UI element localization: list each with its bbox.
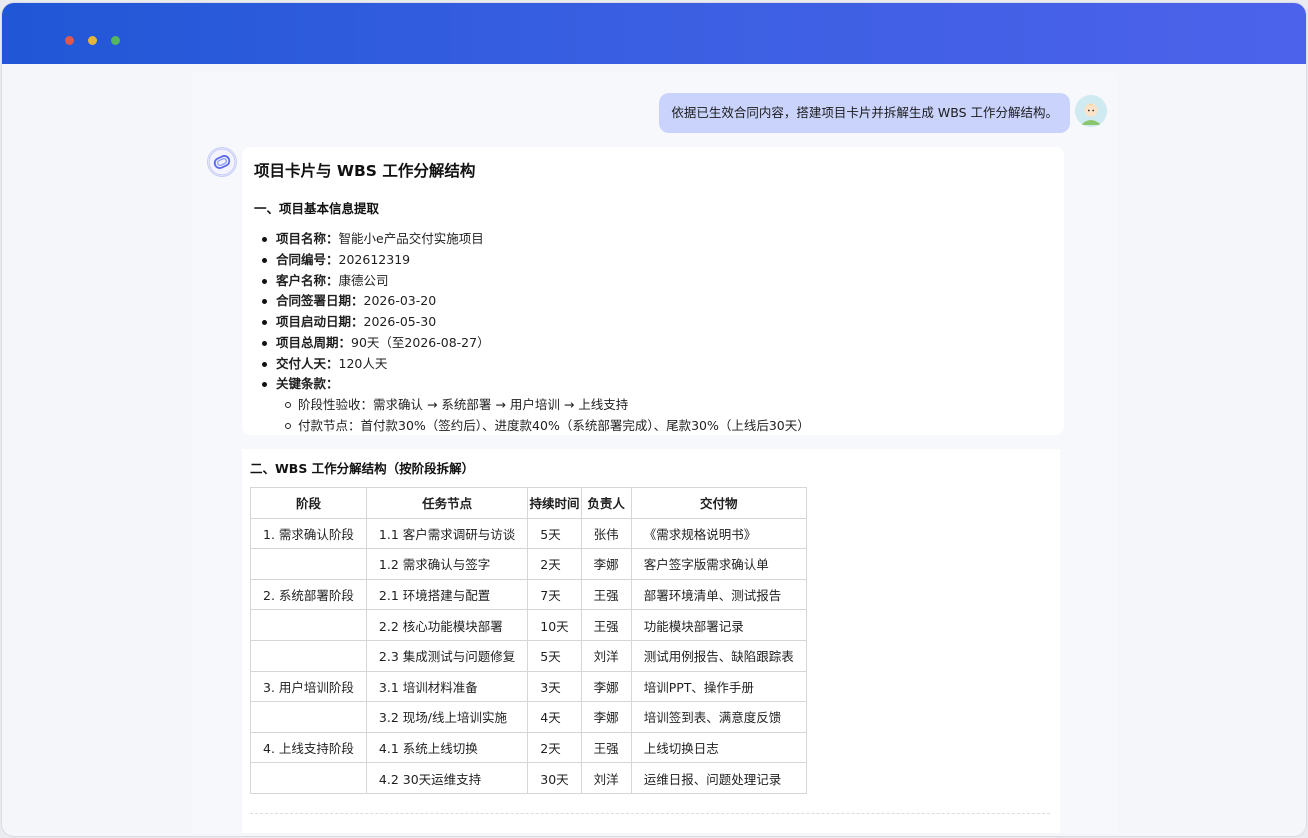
info-item-client: 客户名称：康德公司 <box>254 271 490 292</box>
cell-deliverable: 运维日报、问题处理记录 <box>630 762 807 794</box>
cell-task: 2.1 环境搭建与配置 <box>365 578 529 611</box>
cell-owner: 张伟 <box>580 517 632 550</box>
column-header-deliverable: 交付物 <box>630 487 807 519</box>
info-item-project-name: 项目名称：智能小e产品交付实施项目 <box>254 229 490 250</box>
project-info-list: 项目名称：智能小e产品交付实施项目 合同编号：202612319 客户名称：康德… <box>254 229 490 395</box>
column-header-owner: 负责人 <box>580 487 632 519</box>
section-wbs-heading: 二、WBS 工作分解结构（按阶段拆解） <box>250 461 475 476</box>
cell-phase <box>250 639 367 672</box>
close-window-button[interactable] <box>65 36 74 45</box>
table-row: 2.2 核心功能模块部署 10天 王强 功能模块部署记录 <box>250 609 807 641</box>
cell-phase: 2. 系统部署阶段 <box>250 578 367 611</box>
table-header-row: 阶段 任务节点 持续时间 负责人 交付物 <box>250 487 807 519</box>
cell-owner: 王强 <box>580 578 632 611</box>
assistant-logo-icon <box>208 148 236 176</box>
cell-phase <box>250 609 367 641</box>
table-row: 3. 用户培训阶段 3.1 培训材料准备 3天 李娜 培训PPT、操作手册 <box>250 670 807 703</box>
key-term-payment: 付款节点：首付款30%（签约后）、进度款40%（系统部署完成）、尾款30%（上线… <box>254 416 810 437</box>
cell-task: 4.1 系统上线切换 <box>365 731 529 764</box>
table-row: 3.2 现场/线上培训实施 4天 李娜 培训签到表、满意度反馈 <box>250 701 807 733</box>
table-row: 4. 上线支持阶段 4.1 系统上线切换 2天 王强 上线切换日志 <box>250 731 807 764</box>
section-divider <box>250 813 1050 814</box>
info-item-person-days: 交付人天：120人天 <box>254 354 490 375</box>
cell-task: 3.2 现场/线上培训实施 <box>365 701 529 733</box>
cell-deliverable: 客户签字版需求确认单 <box>630 548 807 580</box>
column-header-task: 任务节点 <box>365 487 529 519</box>
cell-deliverable: 测试用例报告、缺陷跟踪表 <box>630 639 807 672</box>
cell-task: 2.3 集成测试与问题修复 <box>365 639 529 672</box>
user-avatar-icon <box>1075 95 1107 127</box>
cell-deliverable: 培训签到表、满意度反馈 <box>630 701 807 733</box>
cell-owner: 刘洋 <box>580 762 632 794</box>
cell-deliverable: 上线切换日志 <box>630 731 807 764</box>
cell-phase <box>250 548 367 580</box>
wbs-table: 阶段 任务节点 持续时间 负责人 交付物 1. 需求确认阶段 1.1 客户需求调研… <box>250 487 807 794</box>
cell-task: 1.2 需求确认与签字 <box>365 548 529 580</box>
info-item-sign-date: 合同签署日期：2026-03-20 <box>254 291 490 312</box>
section-basic-info-heading: 一、项目基本信息提取 <box>254 201 380 216</box>
cell-owner: 李娜 <box>580 548 632 580</box>
cell-duration: 2天 <box>527 548 582 580</box>
assistant-avatar <box>208 148 236 176</box>
cell-deliverable: 功能模块部署记录 <box>630 609 807 641</box>
table-row: 2. 系统部署阶段 2.1 环境搭建与配置 7天 王强 部署环境清单、测试报告 <box>250 578 807 611</box>
cell-deliverable: 《需求规格说明书》 <box>630 517 807 550</box>
cell-task: 3.1 培训材料准备 <box>365 670 529 703</box>
table-row: 1.2 需求确认与签字 2天 李娜 客户签字版需求确认单 <box>250 548 807 580</box>
info-item-contract-no: 合同编号：202612319 <box>254 250 490 271</box>
maximize-window-button[interactable] <box>111 36 120 45</box>
cell-deliverable: 部署环境清单、测试报告 <box>630 578 807 611</box>
cell-phase: 1. 需求确认阶段 <box>250 517 367 550</box>
info-item-duration: 项目总周期：90天（至2026-08-27） <box>254 333 490 354</box>
column-header-duration: 持续时间 <box>527 487 582 519</box>
cell-task: 2.2 核心功能模块部署 <box>365 609 529 641</box>
minimize-window-button[interactable] <box>88 36 97 45</box>
cell-phase: 3. 用户培训阶段 <box>250 670 367 703</box>
cell-duration: 5天 <box>527 639 582 672</box>
cell-owner: 王强 <box>580 609 632 641</box>
cell-phase <box>250 762 367 794</box>
cell-owner: 李娜 <box>580 701 632 733</box>
cell-duration: 5天 <box>527 517 582 550</box>
chat-area[interactable]: 依据已生效合同内容，搭建项目卡片并拆解生成 WBS 工作分解结构。 项目卡片与 … <box>192 73 1117 833</box>
cell-owner: 王强 <box>580 731 632 764</box>
cell-phase: 4. 上线支持阶段 <box>250 731 367 764</box>
cell-task: 1.1 客户需求调研与访谈 <box>365 517 529 550</box>
project-card: 项目卡片与 WBS 工作分解结构 一、项目基本信息提取 项目名称：智能小e产品交… <box>242 147 1064 435</box>
cell-owner: 李娜 <box>580 670 632 703</box>
key-terms-list: 阶段性验收：需求确认 → 系统部署 → 用户培训 → 上线支持 付款节点：首付款… <box>254 395 810 437</box>
cell-duration: 7天 <box>527 578 582 611</box>
card-title: 项目卡片与 WBS 工作分解结构 <box>254 162 476 180</box>
title-bar <box>2 3 1306 64</box>
info-item-start-date: 项目启动日期：2026-05-30 <box>254 312 490 333</box>
key-term-acceptance: 阶段性验收：需求确认 → 系统部署 → 用户培训 → 上线支持 <box>254 395 810 416</box>
user-message: 依据已生效合同内容，搭建项目卡片并拆解生成 WBS 工作分解结构。 <box>659 93 1070 133</box>
table-row: 4.2 30天运维支持 30天 刘洋 运维日报、问题处理记录 <box>250 762 807 794</box>
cell-duration: 30天 <box>527 762 582 794</box>
cell-phase <box>250 701 367 733</box>
cell-task: 4.2 30天运维支持 <box>365 762 529 794</box>
app-window: 依据已生效合同内容，搭建项目卡片并拆解生成 WBS 工作分解结构。 项目卡片与 … <box>2 3 1306 836</box>
cell-owner: 刘洋 <box>580 639 632 672</box>
cell-deliverable: 培训PPT、操作手册 <box>630 670 807 703</box>
table-row: 2.3 集成测试与问题修复 5天 刘洋 测试用例报告、缺陷跟踪表 <box>250 639 807 672</box>
cell-duration: 4天 <box>527 701 582 733</box>
user-avatar <box>1075 95 1107 127</box>
table-row: 1. 需求确认阶段 1.1 客户需求调研与访谈 5天 张伟 《需求规格说明书》 <box>250 517 807 550</box>
cell-duration: 2天 <box>527 731 582 764</box>
wbs-section: 二、WBS 工作分解结构（按阶段拆解） 阶段 任务节点 持续时间 负责人 交付物… <box>242 449 1060 833</box>
cell-duration: 3天 <box>527 670 582 703</box>
info-item-key-terms: 关键条款： <box>254 374 490 395</box>
cell-duration: 10天 <box>527 609 582 641</box>
column-header-phase: 阶段 <box>250 487 367 519</box>
